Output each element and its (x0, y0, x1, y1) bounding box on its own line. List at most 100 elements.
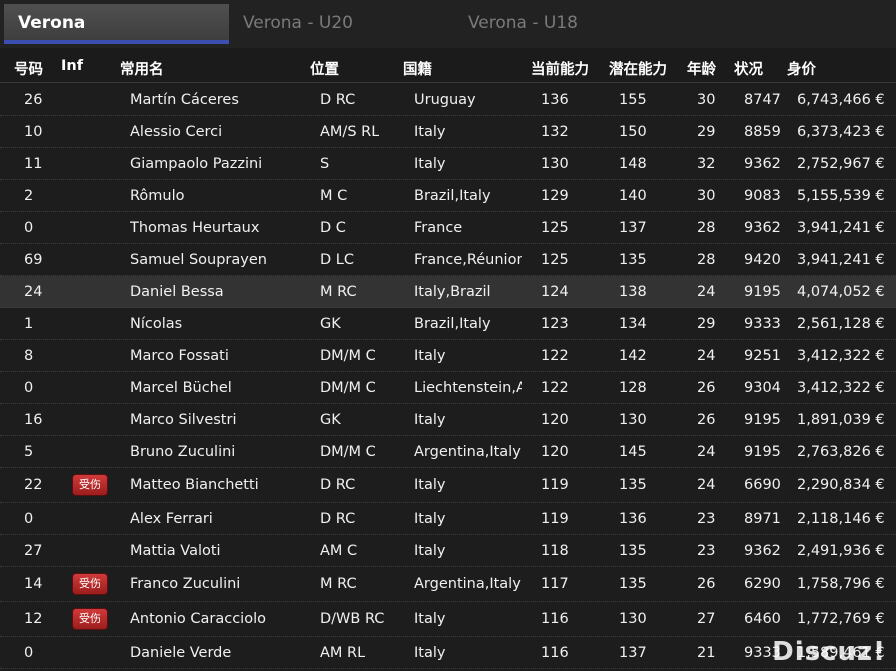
player-age: 32 (697, 155, 716, 172)
col-header-number[interactable]: 号码 (14, 58, 43, 79)
table-row[interactable]: 0 Alex Ferrari D RC Italy 119 136 23 8971 2,118,… (0, 503, 896, 535)
potential-ability: 145 (619, 443, 647, 460)
player-name: Nícolas (130, 315, 183, 332)
table-row[interactable]: 0 Marcel Büchel DM/M C Liechtenstein,A 122 12… (0, 372, 896, 404)
injury-badge[interactable]: 受伤 (72, 608, 108, 630)
player-position: D C (320, 219, 346, 236)
player-number: 0 (24, 379, 34, 396)
player-condition: 9333 (744, 315, 781, 332)
player-value: 4,074,052 € (797, 283, 885, 300)
player-name: Alex Ferrari (130, 510, 213, 527)
col-header-current-ability[interactable]: 当前能力 (531, 58, 589, 79)
potential-ability: 137 (619, 644, 647, 661)
col-header-nationality[interactable]: 国籍 (403, 58, 432, 79)
table-row[interactable]: 27 Mattia Valoti AM C Italy 118 135 23 9362 2,49… (0, 535, 896, 567)
player-value: 6,743,466 € (797, 91, 885, 108)
player-position: M RC (320, 576, 357, 592)
player-number: 0 (24, 510, 34, 527)
table-row[interactable]: 2 Rômulo M C Brazil,Italy 129 140 30 9083 5,155,… (0, 180, 896, 212)
player-nationality: Argentina,Italy (414, 443, 521, 460)
player-value: 2,763,826 € (797, 443, 885, 460)
player-name: Samuel Souprayen (130, 251, 267, 268)
col-header-potential-ability[interactable]: 潜在能力 (609, 58, 667, 79)
player-nationality: Uruguay (414, 91, 476, 108)
table-row[interactable]: 0 Daniele Verde AM RL Italy 116 137 21 9333 1,58… (0, 637, 896, 669)
player-age: 28 (697, 251, 716, 268)
player-value: 1,758,796 € (797, 576, 885, 592)
player-position: D LC (320, 251, 354, 268)
player-number: 8 (24, 347, 34, 364)
player-position: AM/S RL (320, 123, 380, 140)
player-name: Marco Silvestri (130, 411, 237, 428)
player-age: 27 (697, 611, 716, 627)
injury-status: 受伤 (72, 474, 108, 496)
current-ability: 117 (541, 576, 569, 592)
player-number: 27 (24, 542, 43, 559)
current-ability: 120 (541, 443, 569, 460)
player-name: Matteo Bianchetti (130, 477, 259, 493)
col-header-inf[interactable]: Inf (61, 58, 83, 74)
table-row[interactable]: 22 受伤 Matteo Bianchetti D RC Italy 119 135 24 66… (0, 468, 896, 503)
table-row[interactable]: 10 Alessio Cerci AM/S RL Italy 132 150 29 8859 6… (0, 116, 896, 148)
player-age: 21 (697, 644, 716, 661)
player-value: 2,561,128 € (797, 315, 885, 332)
player-position: AM RL (320, 644, 366, 661)
player-nationality: Brazil,Italy (414, 315, 491, 332)
col-header-age[interactable]: 年龄 (687, 58, 716, 79)
potential-ability: 137 (619, 219, 647, 236)
player-condition: 9195 (744, 283, 781, 300)
player-condition: 8747 (744, 91, 781, 108)
player-number: 69 (24, 251, 43, 268)
table-row[interactable]: 26 Martín Cáceres D RC Uruguay 136 155 30 8747 6… (0, 84, 896, 116)
player-age: 24 (697, 477, 716, 493)
table-row[interactable]: 24 Daniel Bessa M RC Italy,Brazil 124 138 24 91… (0, 276, 896, 308)
table-row[interactable]: 12 受伤 Antonio Caracciolo D/WB RC Italy 116 130… (0, 602, 896, 637)
player-condition: 9420 (744, 251, 781, 268)
table-row[interactable]: 16 Marco Silvestri GK Italy 120 130 26 9195 1,89… (0, 404, 896, 436)
injury-status: 受伤 (72, 608, 108, 630)
player-number: 24 (24, 283, 43, 300)
player-name: Marco Fossati (130, 347, 229, 364)
tab-u18[interactable]: Verona - U18 (454, 4, 679, 44)
player-condition: 8971 (744, 510, 781, 527)
tab-u20[interactable]: Verona - U20 (229, 4, 454, 44)
potential-ability: 135 (619, 576, 647, 592)
squad-tab-bar: Verona Verona - U20 Verona - U18 (0, 0, 896, 48)
player-name: Giampaolo Pazzini (130, 155, 263, 172)
table-row[interactable]: 14 受伤 Franco Zuculini M RC Argentina,Italy 11… (0, 567, 896, 602)
player-value: 3,941,241 € (797, 251, 885, 268)
player-position: D RC (320, 477, 356, 493)
player-nationality: Italy (414, 542, 446, 559)
player-condition: 9304 (744, 379, 781, 396)
table-row[interactable]: 11 Giampaolo Pazzini S Italy 130 148 32 9362 2,7… (0, 148, 896, 180)
table-row[interactable]: 1 Nícolas GK Brazil,Italy 123 134 29 9333 2,561,… (0, 308, 896, 340)
col-header-condition[interactable]: 状况 (734, 58, 763, 79)
player-condition: 9251 (744, 347, 781, 364)
player-value: 1,772,769 € (797, 611, 885, 627)
current-ability: 125 (541, 251, 569, 268)
player-value: 2,752,967 € (797, 155, 885, 172)
current-ability: 120 (541, 411, 569, 428)
col-header-name[interactable]: 常用名 (120, 58, 164, 79)
injury-badge[interactable]: 受伤 (72, 474, 108, 496)
potential-ability: 155 (619, 91, 647, 108)
player-age: 24 (697, 347, 716, 364)
table-row[interactable]: 5 Bruno Zuculini DM/M C Argentina,Italy 120 1… (0, 436, 896, 468)
player-age: 24 (697, 443, 716, 460)
injury-badge[interactable]: 受伤 (72, 573, 108, 595)
col-header-position[interactable]: 位置 (310, 58, 339, 79)
player-condition: 6460 (744, 611, 781, 627)
player-number: 1 (24, 315, 34, 332)
player-name: Rômulo (130, 187, 185, 204)
table-row[interactable]: 8 Marco Fossati DM/M C Italy 122 142 24 9251 3,4… (0, 340, 896, 372)
table-row[interactable]: 69 Samuel Souprayen D LC France,Réunion 125 1… (0, 244, 896, 276)
tab-first-team[interactable]: Verona (4, 4, 229, 44)
player-position: M RC (320, 283, 357, 300)
col-header-value[interactable]: 身价 (787, 58, 816, 79)
current-ability: 119 (541, 477, 569, 493)
player-nationality: Argentina,Italy (414, 576, 521, 592)
table-row[interactable]: 0 Thomas Heurtaux D C France 125 137 28 9362 3,9… (0, 212, 896, 244)
player-age: 29 (697, 123, 716, 140)
potential-ability: 135 (619, 542, 647, 559)
player-condition: 9195 (744, 443, 781, 460)
